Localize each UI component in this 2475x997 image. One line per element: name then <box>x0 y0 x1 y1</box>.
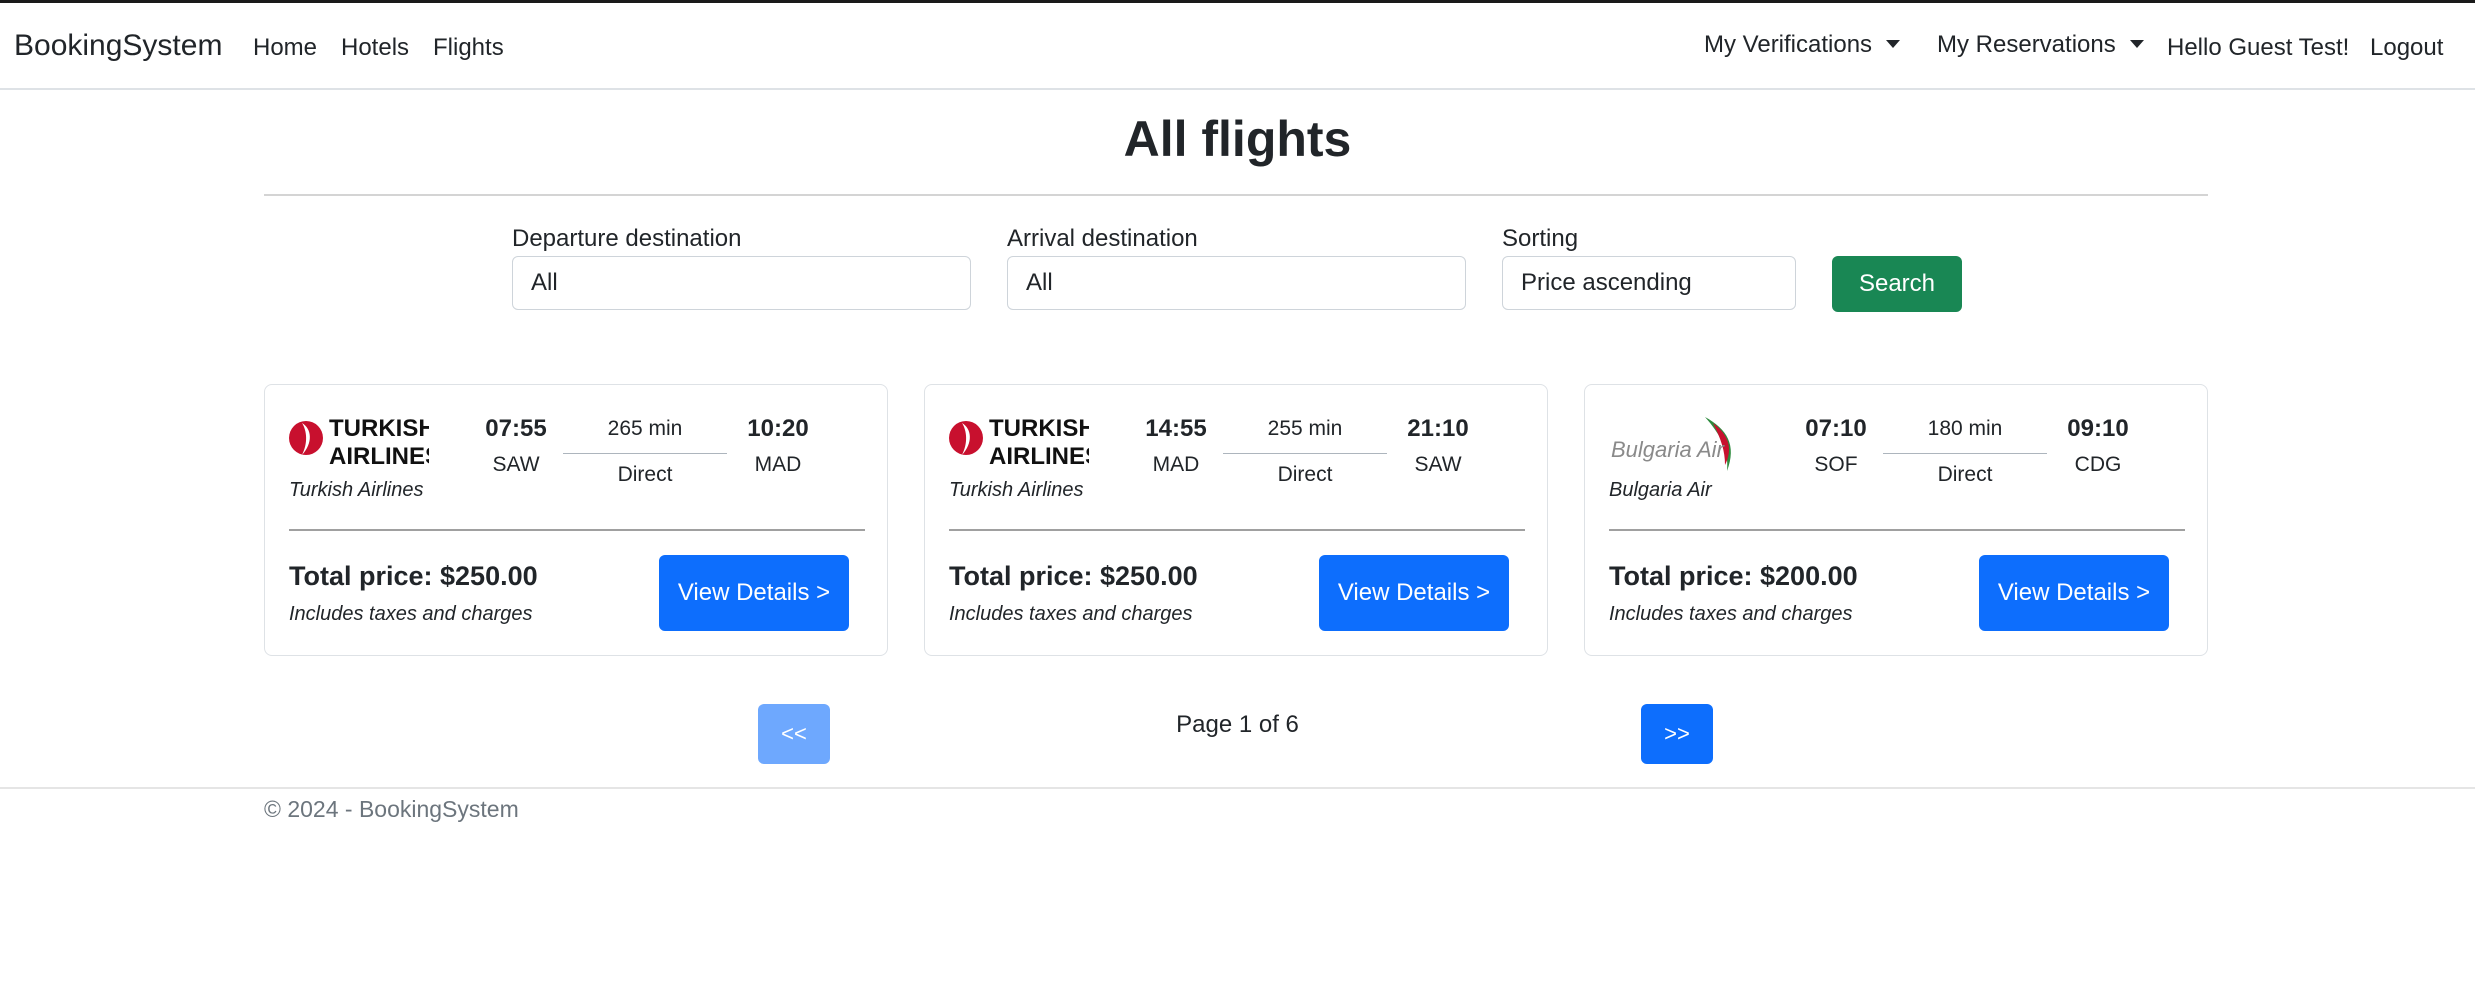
departure-time: 07:10 <box>1805 415 1867 442</box>
turkish-airlines-logo: TURKISH AIRLINES <box>289 415 429 470</box>
footer-divider <box>0 787 2475 789</box>
sorting-label: Sorting <box>1502 225 1579 252</box>
my-verifications-label: My Verifications <box>1704 31 1873 58</box>
nav-link-flights[interactable]: Flights <box>433 34 504 62</box>
duration-divider <box>1223 453 1387 454</box>
page-title: All flights <box>1123 111 1352 167</box>
taxes-note: Includes taxes and charges <box>289 603 533 625</box>
flight-duration: 180 min <box>1927 417 2003 440</box>
view-details-button[interactable]: View Details > <box>1979 555 2169 631</box>
taxes-note: Includes taxes and charges <box>949 603 1193 625</box>
flight-card: TURKISH AIRLINES Turkish Airlines 14:55 … <box>924 384 1548 656</box>
departure-select[interactable]: All <box>512 256 971 310</box>
flight-stops: Direct <box>1277 463 1333 486</box>
departure-time: 14:55 <box>1145 415 1207 442</box>
departure-time: 07:55 <box>485 415 547 442</box>
search-button[interactable]: Search <box>1832 256 1962 312</box>
flight-duration: 255 min <box>1267 417 1343 440</box>
my-verifications-dropdown[interactable]: My Verifications <box>1704 31 1901 59</box>
arrival-select[interactable]: All <box>1007 256 1466 310</box>
user-greeting-link[interactable]: Hello Guest Test! <box>2167 34 2349 62</box>
logout-link[interactable]: Logout <box>2370 34 2443 62</box>
top-navbar: BookingSystem Home Hotels Flights My Ver… <box>0 3 2475 90</box>
brand-link[interactable]: BookingSystem <box>14 29 222 63</box>
flight-card: Bulgaria Air Bulgaria Air 07:10 SOF 180 … <box>1584 384 2208 656</box>
bulgaria-air-logo: Bulgaria Air <box>1611 417 1731 471</box>
departure-label: Departure destination <box>512 225 742 252</box>
logo-text-line1: TURKISH <box>329 415 429 442</box>
flight-duration: 265 min <box>607 417 683 440</box>
card-divider <box>1609 529 2185 531</box>
airline-name: Bulgaria Air <box>1609 479 1712 501</box>
title-divider <box>264 194 2208 196</box>
flight-stops: Direct <box>1937 463 1993 486</box>
arrival-time: 10:20 <box>747 415 809 442</box>
next-page-button[interactable]: >> <box>1641 704 1713 764</box>
total-price: Total price: $250.00 <box>949 561 1198 591</box>
logo-text-line1: TURKISH <box>989 415 1089 442</box>
my-reservations-label: My Reservations <box>1937 31 2116 58</box>
caret-down-icon <box>2129 40 2144 48</box>
airline-name: Turkish Airlines <box>949 479 1084 501</box>
departure-code: SOF <box>1814 453 1858 476</box>
total-price: Total price: $250.00 <box>289 561 538 591</box>
arrival-code: MAD <box>754 453 802 476</box>
arrival-time: 21:10 <box>1407 415 1469 442</box>
view-details-button[interactable]: View Details > <box>659 555 849 631</box>
duration-divider <box>1883 453 2047 454</box>
caret-down-icon <box>1886 40 1901 48</box>
airline-name: Turkish Airlines <box>289 479 424 501</box>
arrival-code: SAW <box>1414 453 1462 476</box>
footer-copyright: © 2024 - BookingSystem <box>264 796 519 822</box>
arrival-time: 09:10 <box>2067 415 2129 442</box>
nav-link-hotels[interactable]: Hotels <box>341 34 409 62</box>
page-indicator: Page 1 of 6 <box>1176 711 1299 738</box>
duration-divider <box>563 453 727 454</box>
flight-stops: Direct <box>617 463 673 486</box>
my-reservations-dropdown[interactable]: My Reservations <box>1937 31 2144 59</box>
turkish-airlines-logo: TURKISH AIRLINES <box>949 415 1089 470</box>
flight-card: TURKISH AIRLINES Turkish Airlines 07:55 … <box>264 384 888 656</box>
departure-code: MAD <box>1152 453 1200 476</box>
sorting-select[interactable]: Price ascending <box>1502 256 1796 310</box>
total-price: Total price: $200.00 <box>1609 561 1858 591</box>
card-divider <box>949 529 1525 531</box>
taxes-note: Includes taxes and charges <box>1609 603 1853 625</box>
logo-text-line2: AIRLINES <box>329 443 429 470</box>
logo-text: Bulgaria Air <box>1611 437 1726 462</box>
card-divider <box>289 529 865 531</box>
departure-code: SAW <box>492 453 540 476</box>
logo-text-line2: AIRLINES <box>989 443 1089 470</box>
nav-link-home[interactable]: Home <box>253 34 317 62</box>
view-details-button[interactable]: View Details > <box>1319 555 1509 631</box>
arrival-label: Arrival destination <box>1007 225 1198 252</box>
arrival-code: CDG <box>2074 453 2122 476</box>
